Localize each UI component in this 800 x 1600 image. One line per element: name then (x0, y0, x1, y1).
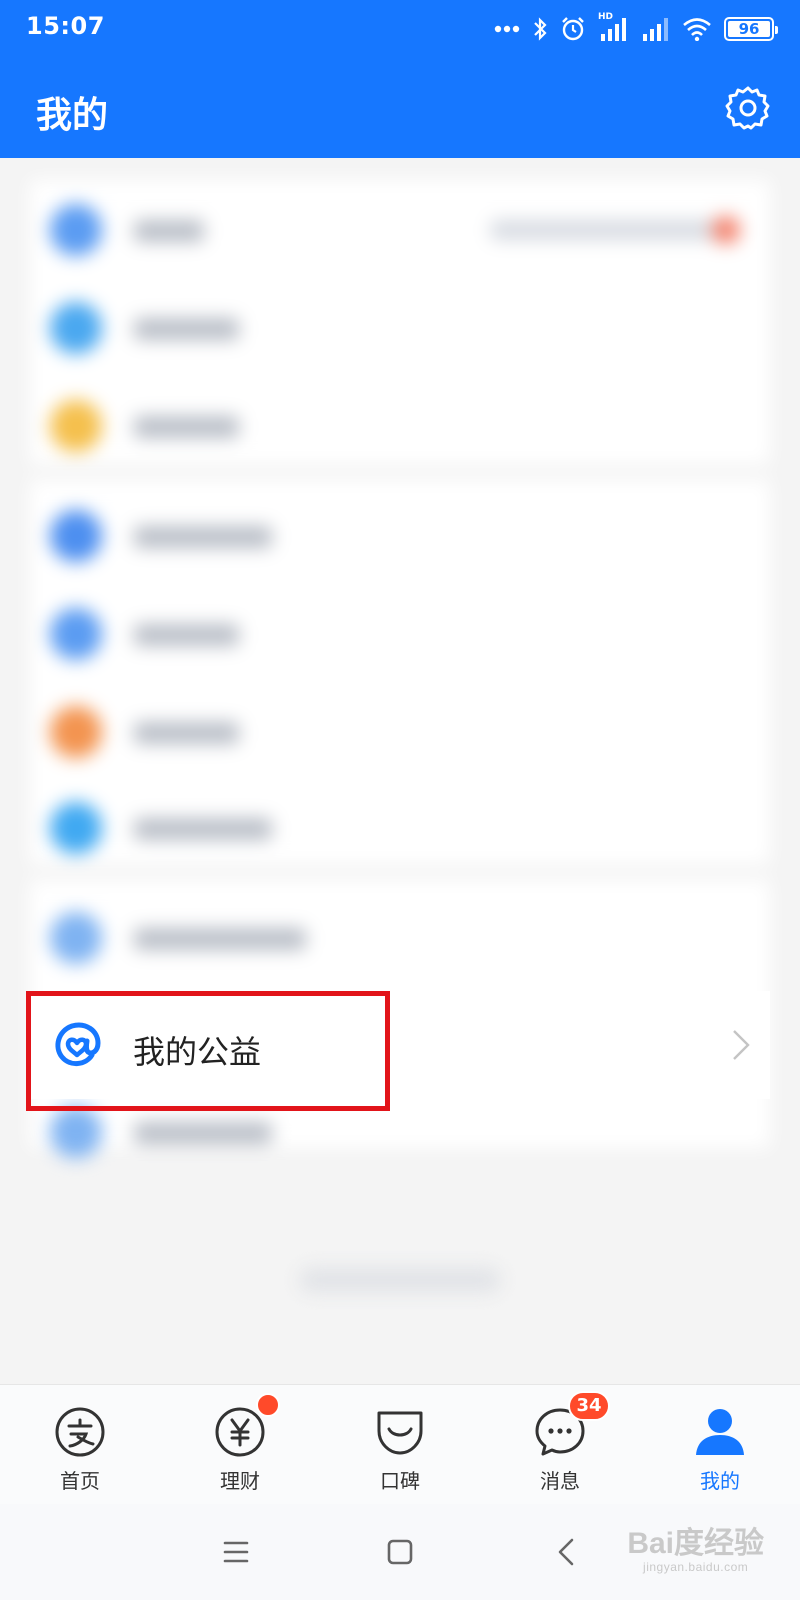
system-nav-bar: Bai度经验 jingyan.baidu.com (0, 1504, 800, 1600)
network-label: HD (598, 12, 614, 22)
list-item (44, 702, 744, 762)
battery-level: 96 (738, 20, 760, 38)
list-item (44, 908, 744, 968)
tab-home-label: 首页 (60, 1469, 100, 1493)
tab-mine-label: 我的 (700, 1469, 740, 1493)
blurred-footer (300, 1268, 500, 1292)
tab-wealth[interactable]: 理财 (160, 1385, 320, 1505)
page-title: 我的 (36, 95, 109, 136)
signal-hd-icon: HD (598, 12, 628, 42)
chevron-right-icon (733, 1030, 750, 1060)
list-item (44, 1102, 744, 1162)
battery-icon: 96 (724, 17, 778, 41)
watermark-sub: jingyan.baidu.com (643, 1560, 749, 1574)
menu-icon[interactable] (214, 1530, 258, 1574)
list-item (44, 298, 744, 358)
person-icon (696, 1409, 744, 1455)
watermark-text: Bai度经验 (627, 1527, 764, 1560)
status-bar: 15:07 HD 96 (0, 0, 800, 60)
signal-icon (643, 18, 668, 41)
back-icon[interactable] (546, 1530, 590, 1574)
status-time: 15:07 (26, 12, 105, 40)
blurred-menu-items (0, 158, 800, 1384)
top-bar: 15:07 HD 96 我的 (0, 0, 800, 158)
tab-messages[interactable]: 34 消息 (480, 1385, 640, 1505)
koubei-icon (377, 1411, 423, 1455)
highlight-annotation (26, 991, 390, 1111)
wealth-badge-dot (256, 1393, 280, 1417)
tab-wealth-label: 理财 (220, 1469, 260, 1493)
more-dots-icon (494, 25, 520, 33)
settings-button[interactable] (722, 82, 774, 134)
status-icons: HD 96 (494, 12, 778, 44)
alarm-icon (562, 17, 584, 41)
list-item (44, 396, 744, 456)
list-item (44, 506, 744, 566)
tab-koubei[interactable]: 口碑 (320, 1385, 480, 1505)
tab-koubei-label: 口碑 (380, 1469, 420, 1493)
tab-messages-label: 消息 (540, 1469, 580, 1493)
wifi-icon (683, 18, 711, 41)
home-square-icon[interactable] (378, 1530, 422, 1574)
alipay-home-icon (55, 1407, 105, 1457)
watermark: Bai度经验 jingyan.baidu.com (627, 1518, 764, 1574)
profile-menu-list (0, 158, 800, 1384)
bottom-tab-bar: 首页 理财 口碑 34 消息 我的 (0, 1384, 800, 1504)
tab-mine[interactable]: 我的 (640, 1385, 800, 1505)
list-item (44, 604, 744, 664)
list-item (44, 798, 744, 858)
bluetooth-icon (534, 17, 547, 41)
gear-icon (725, 86, 770, 130)
messages-badge: 34 (568, 1391, 610, 1421)
tab-home[interactable]: 首页 (0, 1385, 160, 1505)
list-item (44, 200, 744, 260)
